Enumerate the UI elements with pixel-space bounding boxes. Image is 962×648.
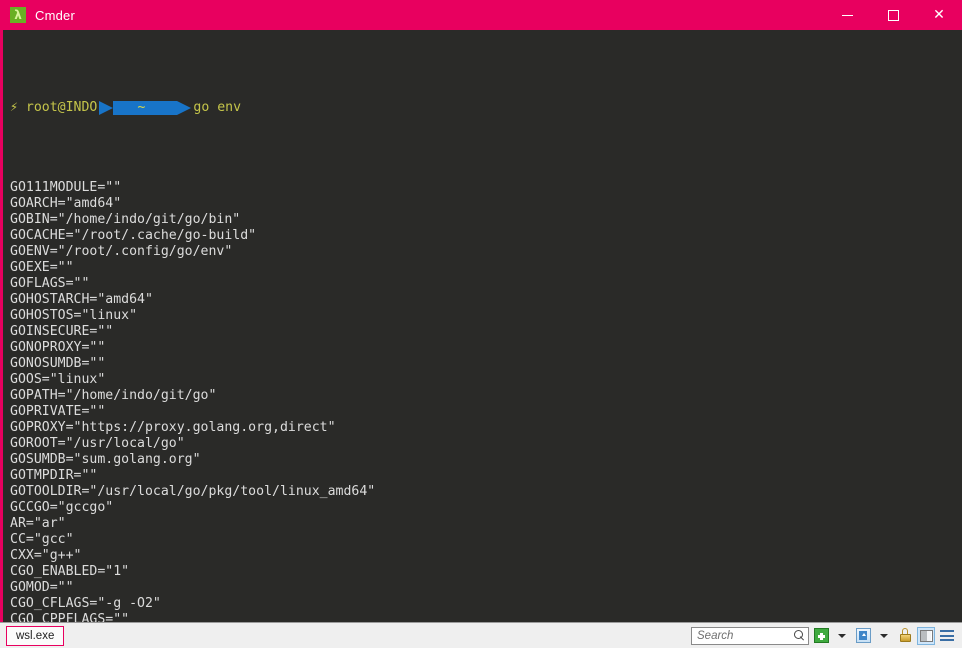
cmder-window: λ Cmder ✕ ⚡ root@INDO ~ go env GO111MODULE… — [0, 0, 962, 648]
terminal-output-line: GOARCH="amd64" — [10, 196, 122, 211]
terminal-output-line: GONOSUMDB="" — [10, 356, 106, 371]
plus-icon — [813, 628, 829, 643]
terminal-output-line: GOHOSTOS="linux" — [10, 308, 138, 323]
prompt-path-text: ~ — [137, 100, 146, 115]
status-bar: wsl.exe — [0, 622, 962, 648]
active-console-dropdown[interactable] — [875, 627, 893, 645]
terminal-screen[interactable]: ⚡ root@INDO ~ go env GO111MODULE="" GOARCH=… — [3, 30, 962, 622]
terminal-output-line: GCCGO="gccgo" — [10, 500, 114, 515]
terminal-output-line: CGO_CPPFLAGS="" — [10, 612, 130, 622]
lock-icon — [899, 628, 912, 643]
terminal-output-line: GOROOT="/usr/local/go" — [10, 436, 185, 451]
terminal-output-line: GONOPROXY="" — [10, 340, 106, 355]
window-controls: ✕ — [824, 0, 962, 30]
status-bar-right — [691, 626, 958, 645]
close-icon: ✕ — [933, 7, 945, 23]
bolt-icon: ⚡ — [10, 100, 18, 115]
terminal-output-line: GO111MODULE="" — [10, 180, 122, 195]
window-title: Cmder — [35, 7, 76, 23]
terminal-output: GO111MODULE="" GOARCH="amd64" GOBIN="/home… — [10, 180, 962, 622]
terminal-output-line: GOHOSTARCH="amd64" — [10, 292, 153, 307]
prompt-user-host: root@INDO — [25, 100, 98, 115]
terminal-output-line: GOEXE="" — [10, 260, 74, 275]
chevron-down-icon — [837, 631, 847, 640]
new-console-button[interactable] — [812, 627, 830, 645]
terminal-output-line: CXX="g++" — [10, 548, 82, 563]
terminal-output-line: GOMOD="" — [10, 580, 74, 595]
terminal-output-line: GOTMPDIR="" — [10, 468, 98, 483]
chevron-down-icon-2 — [879, 631, 889, 640]
terminal-command: go env — [193, 100, 242, 115]
lambda-icon-glyph: λ — [14, 8, 22, 22]
lock-button[interactable] — [896, 627, 914, 645]
split-panel-button[interactable] — [917, 626, 935, 645]
hamburger-icon — [940, 630, 954, 641]
new-console-dropdown[interactable] — [833, 627, 851, 645]
active-console-button[interactable] — [854, 627, 872, 645]
title-bar-left: λ Cmder — [0, 7, 75, 23]
title-bar: λ Cmder ✕ — [0, 0, 962, 30]
menu-button[interactable] — [938, 627, 956, 645]
terminal-output-line: GOPATH="/home/indo/git/go" — [10, 388, 217, 403]
terminal-output-line: GOFLAGS="" — [10, 276, 90, 291]
terminal-area: ⚡ root@INDO ~ go env GO111MODULE="" GOARCH=… — [0, 30, 962, 622]
minimize-button[interactable] — [824, 0, 870, 30]
console-tab-wsl[interactable]: wsl.exe — [6, 625, 65, 646]
terminal-output-line: GOTOOLDIR="/usr/local/go/pkg/tool/linux_… — [10, 484, 376, 499]
terminal-prompt-line: ⚡ root@INDO ~ go env — [10, 100, 962, 116]
terminal-output-line: GOCACHE="/root/.cache/go-build" — [10, 228, 257, 243]
search-input[interactable] — [697, 629, 792, 642]
maximize-icon — [887, 9, 899, 21]
lambda-icon: λ — [10, 7, 26, 23]
close-button[interactable]: ✕ — [916, 0, 962, 30]
terminal-output-line: GOPRIVATE="" — [10, 404, 106, 419]
terminal-output-line: CC="gcc" — [10, 532, 74, 547]
terminal-output-line: CGO_CFLAGS="-g -O2" — [10, 596, 161, 611]
terminal-output-line: GOSUMDB="sum.golang.org" — [10, 452, 201, 467]
panel-icon — [917, 626, 935, 645]
search-icon — [794, 630, 805, 641]
terminal-output-line: GOOS="linux" — [10, 372, 106, 387]
terminal-output-line: AR="ar" — [10, 516, 66, 531]
window-1-icon — [855, 628, 871, 643]
search-box[interactable] — [691, 626, 809, 645]
terminal-output-line: GOENV="/root/.config/go/env" — [10, 244, 233, 259]
terminal-output-line: CGO_ENABLED="1" — [10, 564, 130, 579]
prompt-path-segment: ~ — [97, 100, 193, 116]
maximize-button[interactable] — [870, 0, 916, 30]
terminal-output-line: GOINSECURE="" — [10, 324, 114, 339]
minimize-icon — [841, 14, 853, 16]
terminal-output-line: GOBIN="/home/indo/git/go/bin" — [10, 212, 241, 227]
terminal-output-line: GOPROXY="https://proxy.golang.org,direct… — [10, 420, 336, 435]
